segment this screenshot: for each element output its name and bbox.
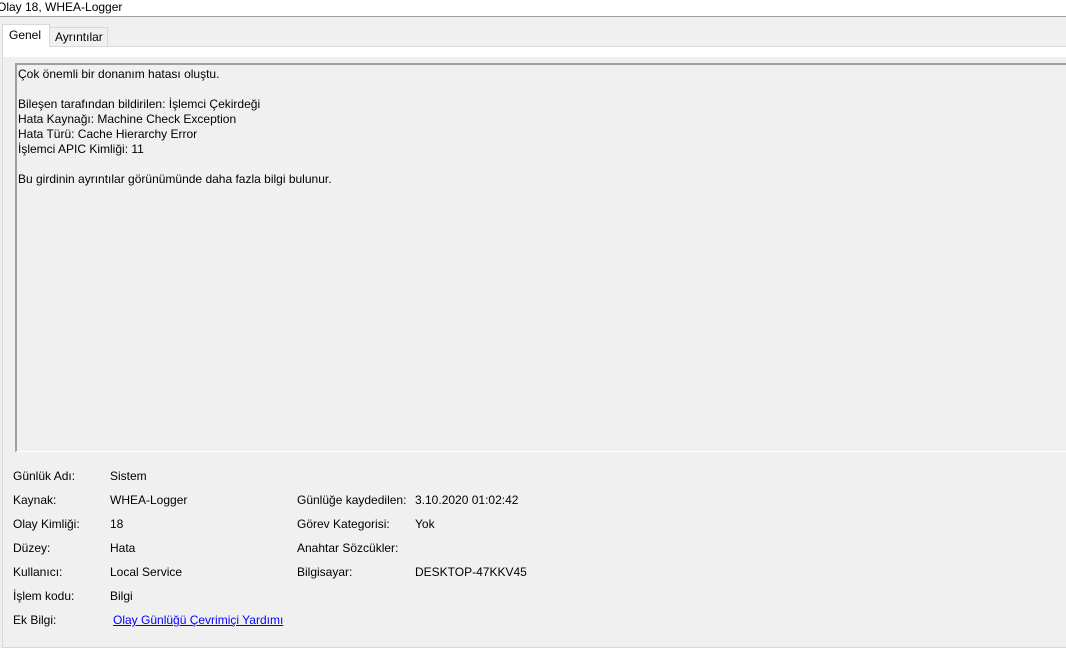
computer-value: DESKTOP-47KKV45 bbox=[415, 565, 527, 579]
event-description-text: Çok önemli bir donanım hatası oluştu. Bi… bbox=[18, 67, 332, 186]
user-label: Kullanıcı: bbox=[13, 565, 63, 579]
log-name-value: Sistem bbox=[110, 469, 147, 483]
more-info-label: Ek Bilgi: bbox=[13, 613, 57, 627]
source-value: WHEA-Logger bbox=[110, 493, 188, 507]
level-label: Düzey: bbox=[13, 541, 51, 555]
window-title-bar: Olay 18, WHEA-Logger bbox=[0, 0, 1066, 17]
tab-ayrintilar[interactable]: Ayrıntılar bbox=[50, 27, 108, 46]
task-category-label: Görev Kategorisi: bbox=[297, 517, 390, 531]
keywords-label: Anahtar Sözcükler: bbox=[297, 541, 399, 555]
task-category-value: Yok bbox=[415, 517, 435, 531]
log-name-label: Günlük Adı: bbox=[13, 469, 76, 483]
computer-label: Bilgisayar: bbox=[297, 565, 353, 579]
tab-page-header-fill bbox=[3, 47, 1066, 57]
user-value: Local Service bbox=[110, 565, 183, 579]
level-value: Hata bbox=[110, 541, 136, 555]
opcode-value: Bilgi bbox=[110, 589, 133, 603]
opcode-label: İşlem kodu: bbox=[13, 589, 75, 603]
source-label: Kaynak: bbox=[13, 493, 57, 507]
event-id-label: Olay Kimliği: bbox=[13, 517, 80, 531]
window-title: Olay 18, WHEA-Logger bbox=[0, 0, 123, 14]
logged-value: 3.10.2020 01:02:42 bbox=[415, 493, 519, 507]
event-id-value: 18 bbox=[110, 517, 124, 531]
logged-label: Günlüğe kaydedilen: bbox=[297, 493, 407, 507]
online-help-link[interactable]: Olay Günlüğü Çevrimiçi Yardımı bbox=[113, 613, 283, 628]
tab-genel[interactable]: Genel bbox=[2, 24, 50, 47]
tab-strip: Genel Ayrıntılar bbox=[0, 17, 1066, 47]
event-description-box[interactable]: Çok önemli bir donanım hatası oluştu. Bi… bbox=[15, 63, 1066, 452]
